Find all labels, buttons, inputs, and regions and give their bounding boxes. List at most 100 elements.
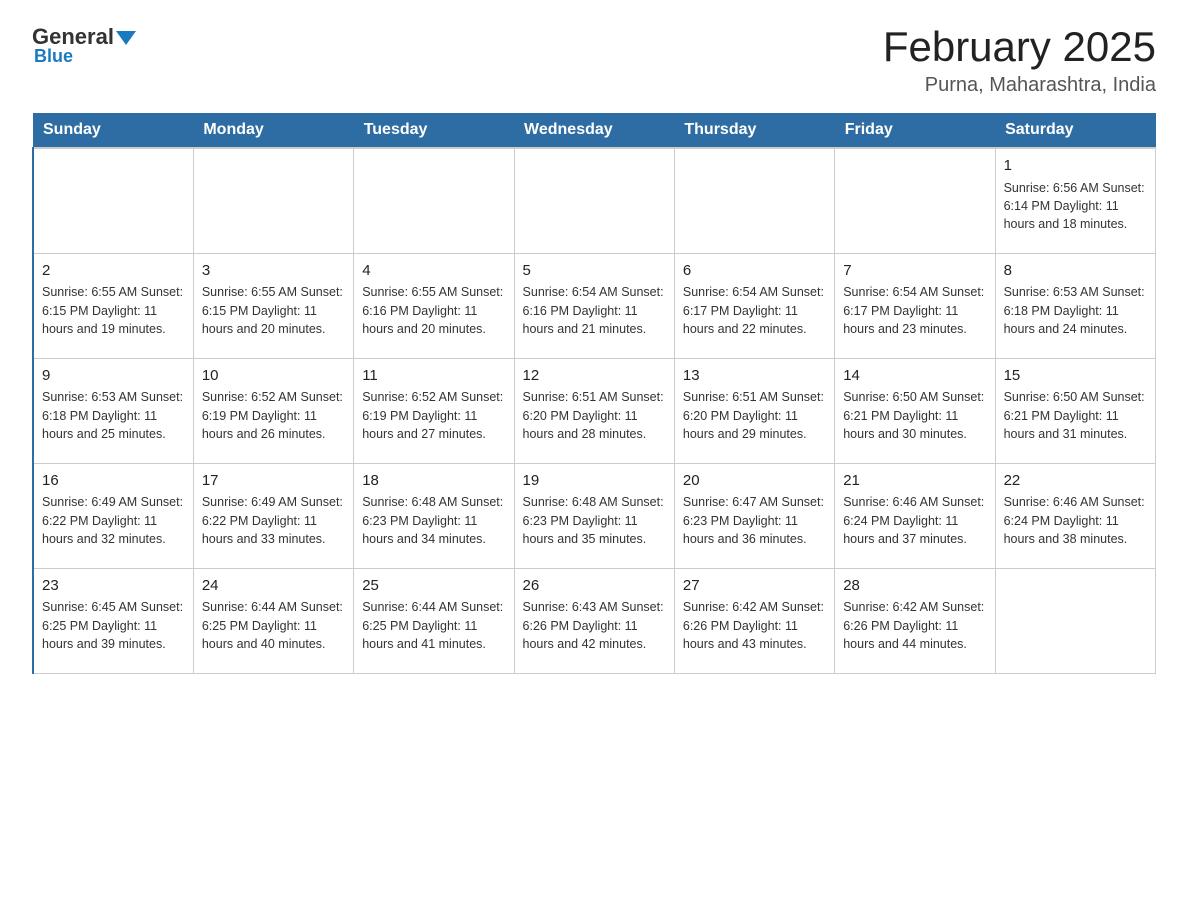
day-info: Sunrise: 6:51 AM Sunset: 6:20 PM Dayligh… xyxy=(523,388,666,442)
day-info: Sunrise: 6:44 AM Sunset: 6:25 PM Dayligh… xyxy=(202,598,345,652)
title-area: February 2025 Purna, Maharashtra, India xyxy=(883,24,1156,97)
logo-blue-text: Blue xyxy=(34,46,136,67)
calendar-week-row: 1Sunrise: 6:56 AM Sunset: 6:14 PM Daylig… xyxy=(33,148,1156,253)
day-number: 12 xyxy=(523,365,666,387)
day-info: Sunrise: 6:42 AM Sunset: 6:26 PM Dayligh… xyxy=(683,598,826,652)
calendar-cell: 22Sunrise: 6:46 AM Sunset: 6:24 PM Dayli… xyxy=(995,463,1155,568)
day-info: Sunrise: 6:43 AM Sunset: 6:26 PM Dayligh… xyxy=(523,598,666,652)
weekday-header-friday: Friday xyxy=(835,113,995,148)
calendar-cell: 1Sunrise: 6:56 AM Sunset: 6:14 PM Daylig… xyxy=(995,148,1155,253)
calendar-title: February 2025 xyxy=(883,24,1156,70)
weekday-header-tuesday: Tuesday xyxy=(354,113,514,148)
day-info: Sunrise: 6:55 AM Sunset: 6:15 PM Dayligh… xyxy=(202,283,345,337)
day-info: Sunrise: 6:52 AM Sunset: 6:19 PM Dayligh… xyxy=(362,388,505,442)
calendar-body: 1Sunrise: 6:56 AM Sunset: 6:14 PM Daylig… xyxy=(33,148,1156,673)
calendar-cell: 2Sunrise: 6:55 AM Sunset: 6:15 PM Daylig… xyxy=(33,253,193,358)
day-info: Sunrise: 6:49 AM Sunset: 6:22 PM Dayligh… xyxy=(202,493,345,547)
calendar-cell xyxy=(674,148,834,253)
day-info: Sunrise: 6:48 AM Sunset: 6:23 PM Dayligh… xyxy=(362,493,505,547)
weekday-header-saturday: Saturday xyxy=(995,113,1155,148)
day-number: 22 xyxy=(1004,470,1147,492)
calendar-cell: 11Sunrise: 6:52 AM Sunset: 6:19 PM Dayli… xyxy=(354,358,514,463)
day-info: Sunrise: 6:47 AM Sunset: 6:23 PM Dayligh… xyxy=(683,493,826,547)
day-info: Sunrise: 6:49 AM Sunset: 6:22 PM Dayligh… xyxy=(42,493,185,547)
day-info: Sunrise: 6:51 AM Sunset: 6:20 PM Dayligh… xyxy=(683,388,826,442)
day-info: Sunrise: 6:53 AM Sunset: 6:18 PM Dayligh… xyxy=(1004,283,1147,337)
calendar-table: SundayMondayTuesdayWednesdayThursdayFrid… xyxy=(32,113,1156,674)
weekday-row: SundayMondayTuesdayWednesdayThursdayFrid… xyxy=(33,113,1156,148)
calendar-cell: 20Sunrise: 6:47 AM Sunset: 6:23 PM Dayli… xyxy=(674,463,834,568)
day-number: 19 xyxy=(523,470,666,492)
calendar-cell: 12Sunrise: 6:51 AM Sunset: 6:20 PM Dayli… xyxy=(514,358,674,463)
day-number: 21 xyxy=(843,470,986,492)
day-number: 26 xyxy=(523,575,666,597)
calendar-cell xyxy=(835,148,995,253)
day-number: 13 xyxy=(683,365,826,387)
calendar-header: SundayMondayTuesdayWednesdayThursdayFrid… xyxy=(33,113,1156,148)
day-number: 3 xyxy=(202,260,345,282)
day-number: 20 xyxy=(683,470,826,492)
day-number: 8 xyxy=(1004,260,1147,282)
day-number: 7 xyxy=(843,260,986,282)
day-info: Sunrise: 6:44 AM Sunset: 6:25 PM Dayligh… xyxy=(362,598,505,652)
calendar-week-row: 9Sunrise: 6:53 AM Sunset: 6:18 PM Daylig… xyxy=(33,358,1156,463)
day-number: 10 xyxy=(202,365,345,387)
calendar-cell: 27Sunrise: 6:42 AM Sunset: 6:26 PM Dayli… xyxy=(674,568,834,673)
day-number: 15 xyxy=(1004,365,1147,387)
calendar-cell: 14Sunrise: 6:50 AM Sunset: 6:21 PM Dayli… xyxy=(835,358,995,463)
day-number: 4 xyxy=(362,260,505,282)
logo-triangle-icon xyxy=(116,31,136,45)
day-info: Sunrise: 6:46 AM Sunset: 6:24 PM Dayligh… xyxy=(843,493,986,547)
calendar-cell: 26Sunrise: 6:43 AM Sunset: 6:26 PM Dayli… xyxy=(514,568,674,673)
calendar-cell: 16Sunrise: 6:49 AM Sunset: 6:22 PM Dayli… xyxy=(33,463,193,568)
day-number: 5 xyxy=(523,260,666,282)
weekday-header-sunday: Sunday xyxy=(33,113,193,148)
day-info: Sunrise: 6:52 AM Sunset: 6:19 PM Dayligh… xyxy=(202,388,345,442)
day-number: 1 xyxy=(1004,155,1147,177)
day-info: Sunrise: 6:48 AM Sunset: 6:23 PM Dayligh… xyxy=(523,493,666,547)
calendar-cell xyxy=(514,148,674,253)
day-info: Sunrise: 6:54 AM Sunset: 6:16 PM Dayligh… xyxy=(523,283,666,337)
day-number: 27 xyxy=(683,575,826,597)
calendar-cell: 19Sunrise: 6:48 AM Sunset: 6:23 PM Dayli… xyxy=(514,463,674,568)
calendar-cell: 23Sunrise: 6:45 AM Sunset: 6:25 PM Dayli… xyxy=(33,568,193,673)
day-number: 16 xyxy=(42,470,185,492)
calendar-cell: 18Sunrise: 6:48 AM Sunset: 6:23 PM Dayli… xyxy=(354,463,514,568)
calendar-week-row: 23Sunrise: 6:45 AM Sunset: 6:25 PM Dayli… xyxy=(33,568,1156,673)
weekday-header-monday: Monday xyxy=(193,113,353,148)
calendar-cell: 4Sunrise: 6:55 AM Sunset: 6:16 PM Daylig… xyxy=(354,253,514,358)
day-info: Sunrise: 6:54 AM Sunset: 6:17 PM Dayligh… xyxy=(843,283,986,337)
calendar-cell: 28Sunrise: 6:42 AM Sunset: 6:26 PM Dayli… xyxy=(835,568,995,673)
page-header: General Blue February 2025 Purna, Mahara… xyxy=(32,24,1156,97)
day-number: 18 xyxy=(362,470,505,492)
weekday-header-thursday: Thursday xyxy=(674,113,834,148)
day-info: Sunrise: 6:46 AM Sunset: 6:24 PM Dayligh… xyxy=(1004,493,1147,547)
day-number: 11 xyxy=(362,365,505,387)
calendar-week-row: 2Sunrise: 6:55 AM Sunset: 6:15 PM Daylig… xyxy=(33,253,1156,358)
day-info: Sunrise: 6:53 AM Sunset: 6:18 PM Dayligh… xyxy=(42,388,185,442)
calendar-cell: 13Sunrise: 6:51 AM Sunset: 6:20 PM Dayli… xyxy=(674,358,834,463)
calendar-cell: 5Sunrise: 6:54 AM Sunset: 6:16 PM Daylig… xyxy=(514,253,674,358)
day-info: Sunrise: 6:56 AM Sunset: 6:14 PM Dayligh… xyxy=(1004,179,1147,233)
calendar-cell: 3Sunrise: 6:55 AM Sunset: 6:15 PM Daylig… xyxy=(193,253,353,358)
calendar-cell: 21Sunrise: 6:46 AM Sunset: 6:24 PM Dayli… xyxy=(835,463,995,568)
calendar-subtitle: Purna, Maharashtra, India xyxy=(883,74,1156,97)
calendar-cell xyxy=(33,148,193,253)
calendar-cell: 10Sunrise: 6:52 AM Sunset: 6:19 PM Dayli… xyxy=(193,358,353,463)
day-number: 25 xyxy=(362,575,505,597)
calendar-cell: 7Sunrise: 6:54 AM Sunset: 6:17 PM Daylig… xyxy=(835,253,995,358)
calendar-cell xyxy=(995,568,1155,673)
day-info: Sunrise: 6:55 AM Sunset: 6:15 PM Dayligh… xyxy=(42,283,185,337)
day-number: 24 xyxy=(202,575,345,597)
calendar-cell: 17Sunrise: 6:49 AM Sunset: 6:22 PM Dayli… xyxy=(193,463,353,568)
day-info: Sunrise: 6:45 AM Sunset: 6:25 PM Dayligh… xyxy=(42,598,185,652)
day-number: 2 xyxy=(42,260,185,282)
calendar-cell: 25Sunrise: 6:44 AM Sunset: 6:25 PM Dayli… xyxy=(354,568,514,673)
calendar-cell: 6Sunrise: 6:54 AM Sunset: 6:17 PM Daylig… xyxy=(674,253,834,358)
calendar-cell xyxy=(193,148,353,253)
weekday-header-wednesday: Wednesday xyxy=(514,113,674,148)
calendar-cell: 9Sunrise: 6:53 AM Sunset: 6:18 PM Daylig… xyxy=(33,358,193,463)
day-number: 6 xyxy=(683,260,826,282)
day-number: 28 xyxy=(843,575,986,597)
day-info: Sunrise: 6:55 AM Sunset: 6:16 PM Dayligh… xyxy=(362,283,505,337)
